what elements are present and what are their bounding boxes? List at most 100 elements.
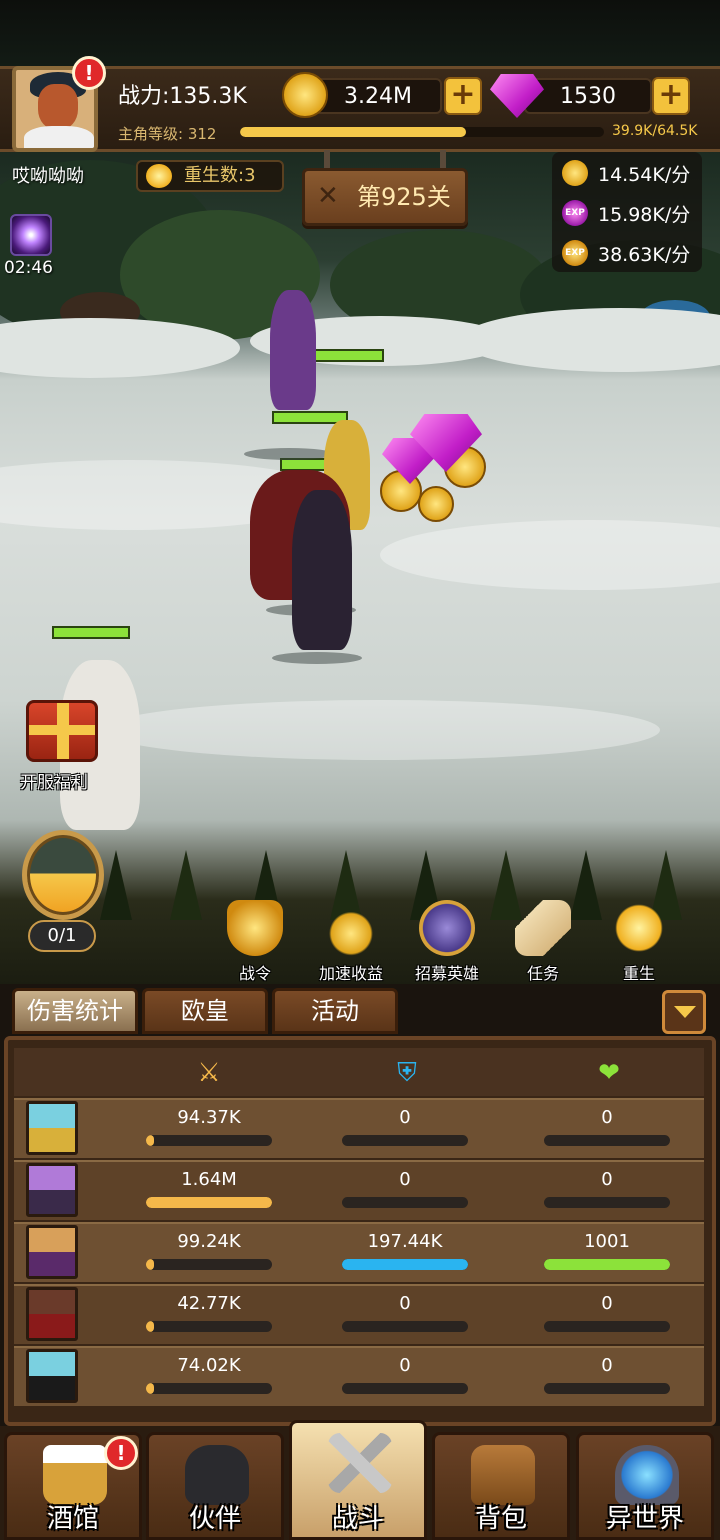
gift-ribbon	[29, 725, 95, 735]
gold-amount: 3.24M	[314, 78, 442, 114]
defense-bar	[342, 1135, 468, 1146]
damage-bar	[146, 1383, 272, 1394]
heal-bar	[544, 1383, 670, 1394]
rebirth-sun-icon	[146, 164, 172, 188]
heal-value: 0	[601, 1169, 613, 1190]
defense-shield-icon: ⛨	[397, 1058, 417, 1088]
income-rates-panel: 14.54K/分 EXP 15.98K/分 EXP 38.63K/分	[552, 152, 702, 272]
helmet-icon	[419, 900, 475, 956]
sign-chain	[440, 150, 446, 170]
chevron-down-icon	[674, 1006, 696, 1018]
damage-bar-fill	[146, 1321, 154, 1332]
crossed-swords-icon: ✕	[317, 181, 339, 211]
tab-lucky[interactable]: 欧皇	[142, 988, 268, 1034]
hero-portrait[interactable]	[26, 1349, 78, 1403]
add-gold-button[interactable]: +	[444, 77, 482, 115]
rebirth-count: 重生数:3	[184, 165, 256, 186]
hero-portrait[interactable]	[26, 1287, 78, 1341]
gold-coin-icon	[562, 160, 588, 186]
level-progress-bar	[240, 127, 604, 137]
portal-timer: 02:46	[4, 258, 53, 278]
rebirth-count-badge: 重生数:3	[136, 160, 284, 192]
gold-exp-icon: EXP	[562, 240, 588, 266]
damage-bar	[146, 1259, 272, 1270]
portal-event-icon[interactable]	[10, 214, 52, 256]
player-name: 哎呦呦呦	[12, 166, 84, 187]
heal-bar	[544, 1135, 670, 1146]
nav-partners[interactable]: 伙伴	[146, 1432, 284, 1540]
portal-gate-icon	[615, 1445, 679, 1505]
hero-shadow	[272, 652, 362, 664]
avatar-face	[38, 84, 78, 130]
hero-portrait[interactable]	[26, 1101, 78, 1155]
damage-bar	[146, 1321, 272, 1332]
damage-value: 42.77K	[177, 1293, 241, 1314]
quest-button[interactable]: 任务	[500, 900, 586, 984]
damage-value: 74.02K	[177, 1355, 241, 1376]
hero-hp-bar	[52, 626, 130, 639]
speed-income-button[interactable]: 加速收益	[308, 900, 394, 984]
level-progress-fill	[240, 127, 466, 137]
gem-amount: 1530	[524, 78, 652, 114]
level-xp-text: 39.9K/64.5K	[612, 123, 698, 139]
defense-value: 0	[399, 1169, 411, 1190]
tab-damage-stats[interactable]: 伤害统计	[12, 988, 138, 1034]
avatar-shirt	[24, 126, 94, 148]
damage-bar	[146, 1135, 272, 1146]
defense-bar	[342, 1259, 468, 1270]
add-gems-button[interactable]: +	[652, 77, 690, 115]
heal-bar	[544, 1259, 670, 1270]
defense-value: 197.44K	[367, 1231, 443, 1252]
stage-number: 第925关	[357, 183, 451, 211]
heal-value: 0	[601, 1107, 613, 1128]
sign-chain	[324, 150, 330, 170]
defense-bar	[342, 1383, 468, 1394]
damage-bar-fill	[146, 1259, 154, 1270]
scroll-icon	[515, 900, 571, 956]
battle-pass-button[interactable]: 战令	[212, 900, 298, 984]
nav-battle[interactable]: 战斗	[289, 1420, 427, 1540]
gold-rate: 14.54K/分	[598, 164, 691, 186]
recruit-hero-button[interactable]: 招募英雄	[404, 900, 490, 984]
hero-portrait[interactable]	[26, 1163, 78, 1217]
damage-value: 94.37K	[177, 1107, 241, 1128]
gold-coin-icon	[282, 72, 328, 118]
server-welfare-label[interactable]: 开服福利	[20, 768, 88, 793]
damage-value: 1.64M	[181, 1169, 237, 1190]
hero-hp-bar	[308, 349, 384, 362]
heal-value: 1001	[584, 1231, 630, 1252]
snow-drift	[100, 700, 660, 760]
nav-backpack[interactable]: 背包	[432, 1432, 570, 1540]
battle-pass-label: 战令	[238, 964, 271, 983]
coins-speed-icon	[323, 900, 379, 956]
heal-value: 0	[601, 1355, 613, 1376]
gift-box-icon[interactable]	[26, 700, 98, 762]
nav-battle-label: 战斗	[331, 1504, 384, 1534]
speed-income-label: 加速收益	[318, 964, 383, 983]
gold-coin-loot-icon	[418, 486, 454, 522]
combat-power: 战力:135.3K	[118, 84, 247, 109]
nav-otherworld[interactable]: 异世界	[576, 1432, 714, 1540]
purple-demon-hero[interactable]	[270, 290, 316, 410]
collapse-panel-button[interactable]	[662, 990, 706, 1034]
dark-demon-hero[interactable]	[292, 490, 352, 650]
heal-bar	[544, 1321, 670, 1332]
snow-drift	[380, 520, 720, 590]
gold-exp-rate: 38.63K/分	[598, 244, 691, 266]
hero-portrait[interactable]	[26, 1225, 78, 1279]
rebirth-button[interactable]: 重生	[596, 900, 682, 984]
avatar-alert-badge: !	[72, 56, 106, 90]
potion-flask-icon[interactable]	[22, 830, 104, 920]
defense-bar	[342, 1321, 468, 1332]
potion-count: 0/1	[28, 920, 96, 952]
quest-label: 任务	[526, 964, 559, 983]
hero-level: 主角等级: 312	[118, 123, 216, 144]
rebirth-label: 重生	[622, 964, 655, 983]
recruit-hero-label: 招募英雄	[414, 964, 479, 983]
defense-value: 0	[399, 1355, 411, 1376]
damage-bar-fill	[146, 1197, 272, 1208]
heal-hand-icon: ❤	[598, 1058, 620, 1088]
grass-blade	[170, 850, 202, 920]
tab-events[interactable]: 活动	[272, 988, 398, 1034]
defense-bar-fill	[342, 1259, 468, 1270]
